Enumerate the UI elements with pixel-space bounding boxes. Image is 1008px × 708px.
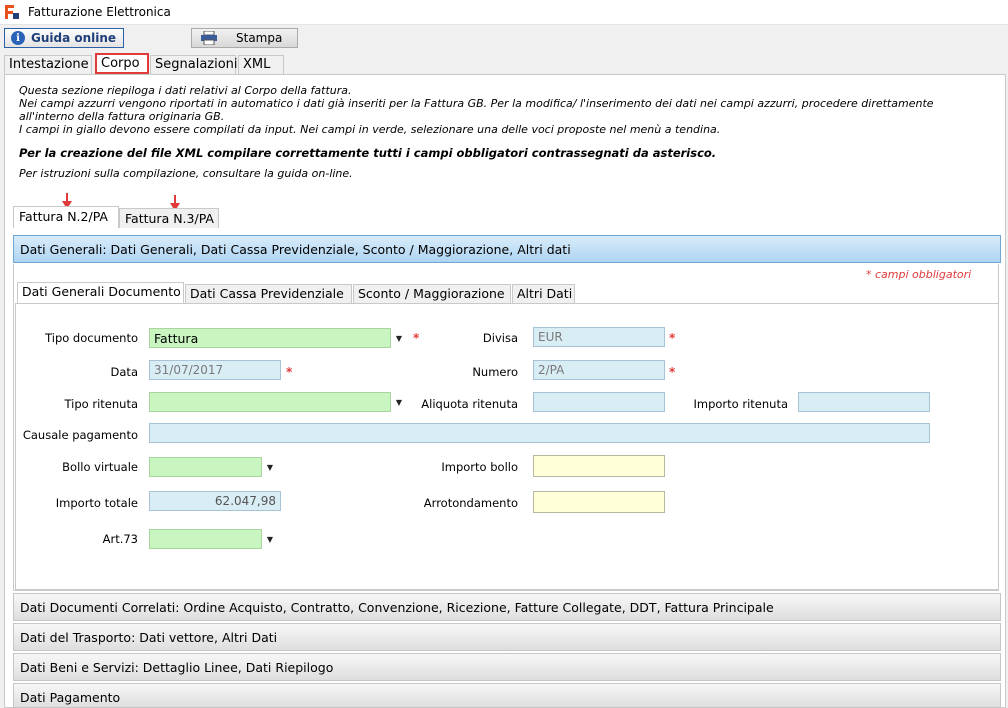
section-dati-documenti-correlati[interactable]: Dati Documenti Correlati: Ordine Acquist…: [13, 593, 1001, 621]
title-bar: Fatturazione Elettronica: [0, 0, 1008, 25]
arrotondamento-input[interactable]: [533, 491, 665, 513]
tipo-documento-label: Tipo documento: [45, 331, 138, 345]
tab-altri-dati[interactable]: Altri Dati: [512, 284, 575, 303]
tipo-ritenuta-select[interactable]: [149, 392, 391, 412]
stampa-label: Stampa: [236, 31, 283, 45]
info-line-2: Nei campi azzurri vengono riportati in a…: [19, 97, 934, 110]
section-dati-pagamento[interactable]: Dati Pagamento: [13, 683, 1001, 708]
required-note: * campi obbligatori: [866, 268, 972, 281]
window-title: Fatturazione Elettronica: [28, 5, 171, 19]
bollo-virtuale-label: Bollo virtuale: [62, 460, 138, 474]
divisa-field[interactable]: EUR: [533, 327, 665, 347]
info-line-3: all'interno della fattura originaria GB.: [19, 110, 225, 123]
numero-label: Numero: [472, 365, 518, 379]
tipo-ritenuta-label: Tipo ritenuta: [64, 397, 139, 411]
art73-label: Art.73: [102, 532, 138, 546]
required-star: *: [286, 365, 293, 379]
section-dati-beni-servizi[interactable]: Dati Beni e Servizi: Dettaglio Linee, Da…: [13, 653, 1001, 681]
app-logo-icon: [4, 4, 20, 20]
tab-intestazione[interactable]: Intestazione: [4, 55, 92, 74]
art73-select[interactable]: [149, 529, 262, 549]
tab-fattura-2pa[interactable]: Fattura N.2/PA: [13, 206, 119, 228]
tab-corpo[interactable]: Corpo: [95, 53, 149, 74]
tipo-ritenuta-dropdown-icon[interactable]: ▼: [392, 392, 406, 412]
causale-pagamento-label: Causale pagamento: [22, 428, 138, 442]
aliquota-ritenuta-label: Aliquota ritenuta: [421, 397, 518, 411]
tab-xml[interactable]: XML: [238, 55, 284, 74]
divisa-label: Divisa: [482, 331, 518, 345]
numero-field[interactable]: 2/PA: [533, 360, 665, 380]
section-dati-trasporto[interactable]: Dati del Trasporto: Dati vettore, Altri …: [13, 623, 1001, 651]
importo-ritenuta-field[interactable]: [798, 392, 930, 412]
aliquota-ritenuta-field[interactable]: [533, 392, 665, 412]
info-icon: i: [11, 31, 25, 45]
tipo-documento-select[interactable]: Fattura: [149, 328, 391, 348]
causale-pagamento-field[interactable]: [149, 423, 930, 443]
printer-icon: [201, 31, 217, 45]
data-field[interactable]: 31/07/2017: [149, 360, 281, 380]
tipo-documento-dropdown-icon[interactable]: ▼: [392, 328, 406, 348]
tab-dati-generali-documento[interactable]: Dati Generali Documento: [17, 282, 184, 303]
required-star: *: [413, 331, 420, 345]
info-line-1: Questa sezione riepiloga i dati relativi…: [19, 84, 352, 97]
tab-segnalazioni[interactable]: Segnalazioni: [150, 55, 238, 74]
tab-sconto-maggiorazione[interactable]: Sconto / Maggiorazione: [353, 284, 511, 303]
toolbar: [0, 25, 1008, 53]
importo-bollo-label: Importo bollo: [441, 460, 518, 474]
bollo-virtuale-select[interactable]: [149, 457, 262, 477]
info-line-4: I campi in giallo devono essere compilat…: [19, 123, 721, 136]
required-star: *: [669, 365, 676, 379]
required-star: *: [669, 331, 676, 345]
tab-dati-cassa-previdenziale[interactable]: Dati Cassa Previdenziale: [185, 284, 352, 303]
art73-dropdown-icon[interactable]: ▼: [263, 529, 277, 549]
data-label: Data: [110, 365, 138, 379]
stampa-button[interactable]: Stampa: [191, 28, 298, 48]
guida-online-button[interactable]: i Guida online: [4, 28, 124, 48]
arrotondamento-label: Arrotondamento: [423, 496, 518, 510]
guida-online-label: Guida online: [31, 31, 117, 45]
importo-totale-label: Importo totale: [55, 496, 138, 510]
importo-bollo-input[interactable]: [533, 455, 665, 477]
section-dati-generali[interactable]: Dati Generali: Dati Generali, Dati Cassa…: [13, 235, 1001, 263]
bollo-virtuale-dropdown-icon[interactable]: ▼: [263, 457, 277, 477]
tab-fattura-3pa[interactable]: Fattura N.3/PA: [119, 208, 219, 228]
importo-ritenuta-label: Importo ritenuta: [693, 397, 789, 411]
info-bold-line: Per la creazione del file XML compilare …: [19, 146, 717, 160]
importo-totale-field[interactable]: 62.047,98: [149, 491, 281, 511]
info-line-5: Per istruzioni sulla compilazione, consu…: [19, 167, 353, 180]
